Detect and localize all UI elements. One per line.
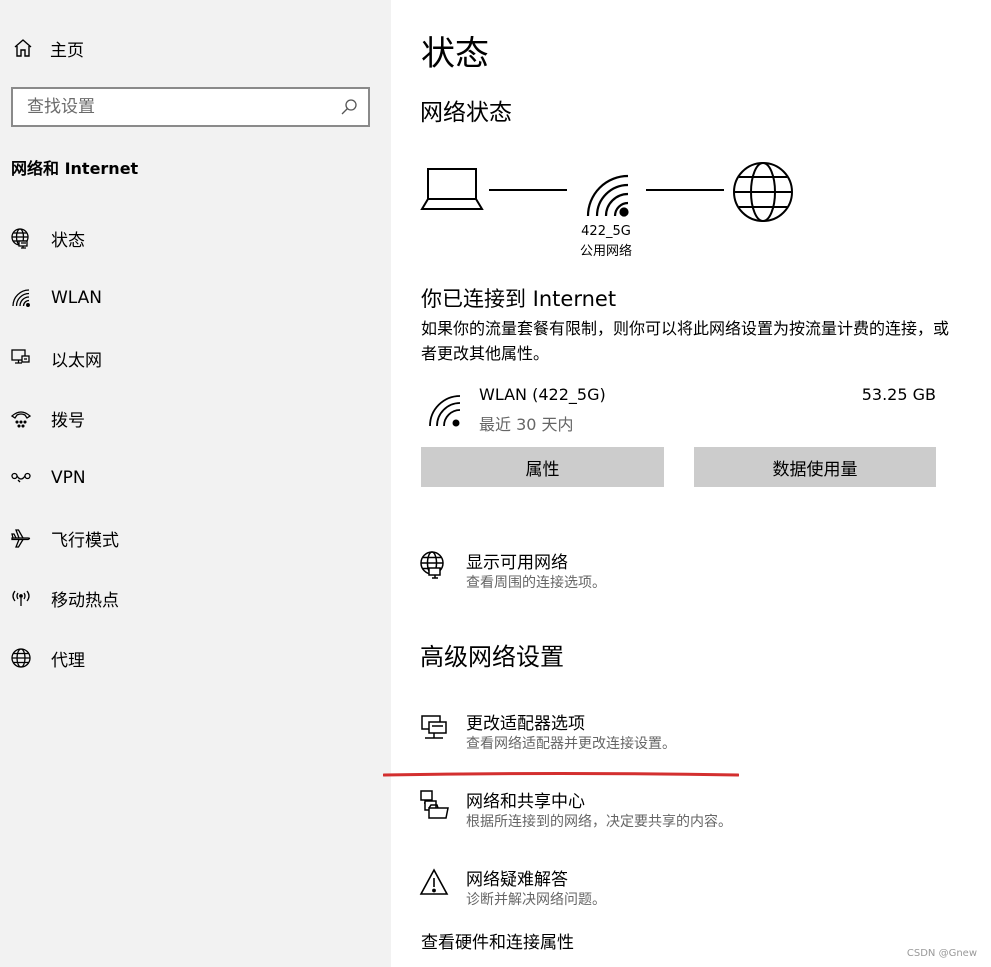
watermark: CSDN @Gnew: [906, 948, 977, 959]
network-name: 422_5G: [581, 224, 631, 239]
link-description: 根据所连接到的网络，决定要共享的内容。: [466, 814, 732, 830]
search-icon[interactable]: [340, 98, 358, 116]
sidebar-item-label: VPN: [51, 468, 86, 488]
hardware-properties-link[interactable]: 查看硬件和连接属性: [421, 928, 574, 953]
link-title: 显示可用网络: [466, 553, 568, 573]
page-title: 状态: [421, 34, 489, 74]
sidebar-item-label: 代理: [51, 650, 85, 671]
ethernet-icon: [10, 347, 32, 369]
connection-period: 最近 30 天内: [479, 415, 574, 434]
wifi-signal-icon: [584, 170, 634, 222]
network-status-heading: 网络状态: [420, 100, 512, 126]
connected-description: 如果你的流量套餐有限制，则你可以将此网络设置为按流量计费的连接，或者更改其他属性…: [421, 319, 950, 363]
sidebar: 主页 网络和 Internet 状态 WLAN: [0, 0, 391, 967]
link-description: 查看网络适配器并更改连接设置。: [466, 736, 676, 752]
red-underline-annotation: [383, 772, 739, 777]
connection-line: [646, 189, 724, 191]
sidebar-item-wlan[interactable]: WLAN: [0, 278, 391, 318]
network-type: 公用网络: [579, 244, 632, 259]
link-description: 查看周围的连接选项。: [466, 575, 606, 591]
data-usage-button[interactable]: 数据使用量: [694, 447, 936, 487]
adapter-icon: [419, 711, 449, 741]
sidebar-item-label: 状态: [51, 230, 85, 251]
dialup-icon: [10, 407, 32, 429]
wifi-icon: [10, 287, 32, 309]
link-title: 网络疑难解答: [466, 870, 568, 890]
home-icon: [12, 37, 34, 59]
sharing-center-icon: [419, 789, 449, 819]
sidebar-item-hotspot[interactable]: 移动热点: [0, 578, 391, 618]
laptop-icon: [420, 165, 484, 219]
connected-title: 你已连接到 Internet: [421, 287, 617, 311]
advanced-settings-heading: 高级网络设置: [420, 643, 564, 671]
airplane-icon: [10, 527, 32, 549]
sidebar-item-vpn[interactable]: VPN: [0, 458, 391, 498]
change-adapter-options-link[interactable]: 更改适配器选项 查看网络适配器并更改连接设置。: [419, 709, 959, 757]
globe-network-icon: [419, 550, 449, 580]
globe-icon: [10, 647, 32, 669]
section-title: 网络和 Internet: [11, 159, 139, 178]
connection-usage: 53.25 GB: [861, 385, 936, 404]
link-title: 网络和共享中心: [466, 792, 585, 812]
link-title: 更改适配器选项: [466, 714, 585, 734]
globe-status-icon: [10, 227, 32, 249]
connection-line: [489, 189, 567, 191]
vpn-icon: [10, 467, 32, 489]
home-label: 主页: [50, 40, 84, 61]
sidebar-item-proxy[interactable]: 代理: [0, 638, 391, 678]
wifi-connection-icon: [427, 392, 463, 432]
sidebar-item-status[interactable]: 状态: [0, 218, 391, 258]
network-troubleshooter-link[interactable]: 网络疑难解答 诊断并解决网络问题。: [419, 865, 959, 913]
sidebar-item-label: 拨号: [51, 410, 85, 431]
sidebar-item-ethernet[interactable]: 以太网: [0, 338, 391, 378]
search-box[interactable]: [11, 87, 370, 127]
sidebar-item-dialup[interactable]: 拨号: [0, 398, 391, 438]
sidebar-item-label: 以太网: [51, 350, 102, 371]
hotspot-icon: [10, 587, 32, 609]
properties-button[interactable]: 属性: [421, 447, 664, 487]
internet-globe-icon: [731, 160, 795, 228]
warning-icon: [419, 867, 449, 897]
sidebar-item-label: WLAN: [51, 288, 103, 308]
search-input[interactable]: [13, 89, 340, 125]
network-sharing-center-link[interactable]: 网络和共享中心 根据所连接到的网络，决定要共享的内容。: [419, 787, 959, 835]
sidebar-item-label: 飞行模式: [51, 530, 119, 551]
home-link[interactable]: 主页: [12, 34, 84, 62]
connection-name: WLAN (422_5G): [479, 385, 606, 404]
sidebar-item-label: 移动热点: [51, 590, 119, 611]
main-content: 状态 网络状态 422_5G 公用网络 你已连接到 Internet 如果你的流…: [391, 0, 991, 967]
link-description: 诊断并解决网络问题。: [466, 892, 606, 908]
sidebar-item-airplane[interactable]: 飞行模式: [0, 518, 391, 558]
show-available-networks-link[interactable]: 显示可用网络 查看周围的连接选项。: [419, 548, 959, 596]
